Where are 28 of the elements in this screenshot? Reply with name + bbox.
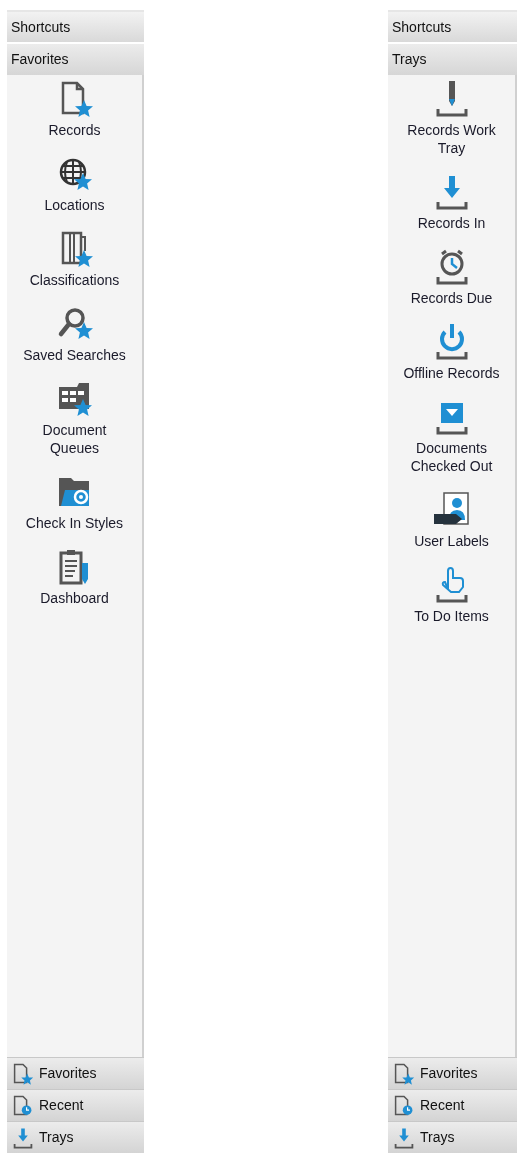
shortcut-item[interactable]: Records Due xyxy=(388,247,515,322)
arrow-tray-icon xyxy=(392,1125,416,1150)
shortcut-item[interactable]: Document Queues xyxy=(7,379,142,472)
nav-bar-button[interactable]: Trays xyxy=(388,1121,517,1153)
nav-bar-button[interactable]: Recent xyxy=(388,1089,517,1121)
shortcut-item[interactable]: Saved Searches xyxy=(7,304,142,379)
nav-bar-button[interactable]: Favorites xyxy=(388,1057,517,1089)
shortcut-item[interactable]: Records In xyxy=(388,172,515,247)
shortcut-item[interactable]: Documents Checked Out xyxy=(388,397,515,490)
shortcut-item[interactable]: Dashboard xyxy=(7,547,142,622)
shortcut-item[interactable]: Classifications xyxy=(7,229,142,304)
shortcuts-header: Shortcuts xyxy=(388,10,517,42)
shortcut-item[interactable]: Records Work Tray xyxy=(388,79,515,172)
shortcut-item[interactable]: User Labels xyxy=(388,490,515,565)
shortcut-item[interactable]: Offline Records xyxy=(388,322,515,397)
group-header: Trays xyxy=(388,44,517,75)
arrow-tray-icon xyxy=(11,1125,35,1150)
shortcuts-header: Shortcuts xyxy=(7,10,144,42)
group-header: Favorites xyxy=(7,44,144,75)
nav-bar-button[interactable]: Favorites xyxy=(7,1057,144,1089)
nav-bar-button[interactable]: Trays xyxy=(7,1121,144,1153)
shortcut-item[interactable]: Check In Styles xyxy=(7,472,142,547)
document-star-icon xyxy=(11,1061,35,1086)
shortcut-item[interactable]: To Do Items xyxy=(388,565,515,640)
shortcut-item[interactable]: Locations xyxy=(7,154,142,229)
shortcut-item[interactable]: Records xyxy=(7,79,142,154)
nav-bar-button[interactable]: Recent xyxy=(7,1089,144,1121)
document-star-icon xyxy=(392,1061,416,1086)
